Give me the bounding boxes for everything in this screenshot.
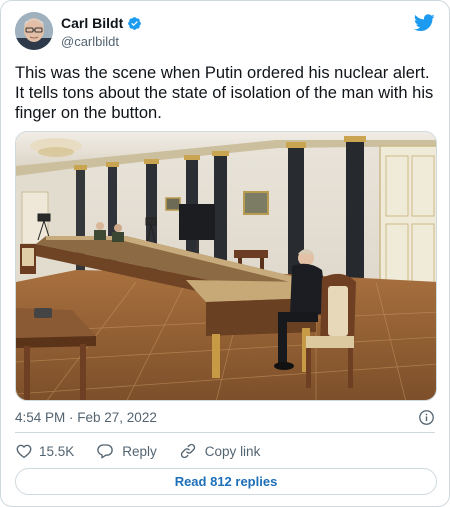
avatar-image: [15, 12, 53, 50]
twitter-bird-icon[interactable]: [414, 14, 435, 32]
read-replies-button[interactable]: Read 812 replies: [15, 468, 437, 495]
tweet-header: Carl Bildt @carlbildt: [15, 12, 435, 52]
author-handle[interactable]: @carlbildt: [61, 34, 142, 49]
verified-badge-icon: [128, 16, 142, 30]
read-replies-label: Read 812 replies: [174, 474, 278, 489]
author-block: Carl Bildt @carlbildt: [61, 14, 142, 49]
divider: [15, 432, 435, 433]
avatar[interactable]: [15, 12, 53, 50]
tweet-photo[interactable]: [15, 131, 437, 401]
heart-icon: [16, 444, 32, 459]
kremlin-meeting-photo: [16, 132, 436, 400]
author-name-row: Carl Bildt: [61, 14, 142, 32]
tweet-actions: 15.5K Reply Copy link: [15, 441, 282, 461]
info-icon[interactable]: [418, 409, 435, 426]
reply-button[interactable]: Reply: [96, 442, 157, 460]
link-icon: [180, 443, 195, 459]
like-button[interactable]: 15.5K: [15, 442, 74, 460]
tweet-card: Carl Bildt @carlbildt This was the scene…: [0, 0, 450, 507]
tweet-timestamp[interactable]: 4:54 PM · Feb 27, 2022: [15, 410, 157, 425]
copy-link-button[interactable]: Copy link: [179, 442, 261, 460]
reply-bubble-icon: [97, 444, 114, 459]
copy-link-label: Copy link: [204, 443, 261, 459]
like-count: 15.5K: [39, 443, 75, 459]
tweet-text: This was the scene when Putin ordered hi…: [15, 64, 434, 122]
tweet-meta: 4:54 PM · Feb 27, 2022: [15, 407, 435, 427]
reply-label: Reply: [122, 443, 157, 459]
author-name[interactable]: Carl Bildt: [61, 15, 123, 31]
